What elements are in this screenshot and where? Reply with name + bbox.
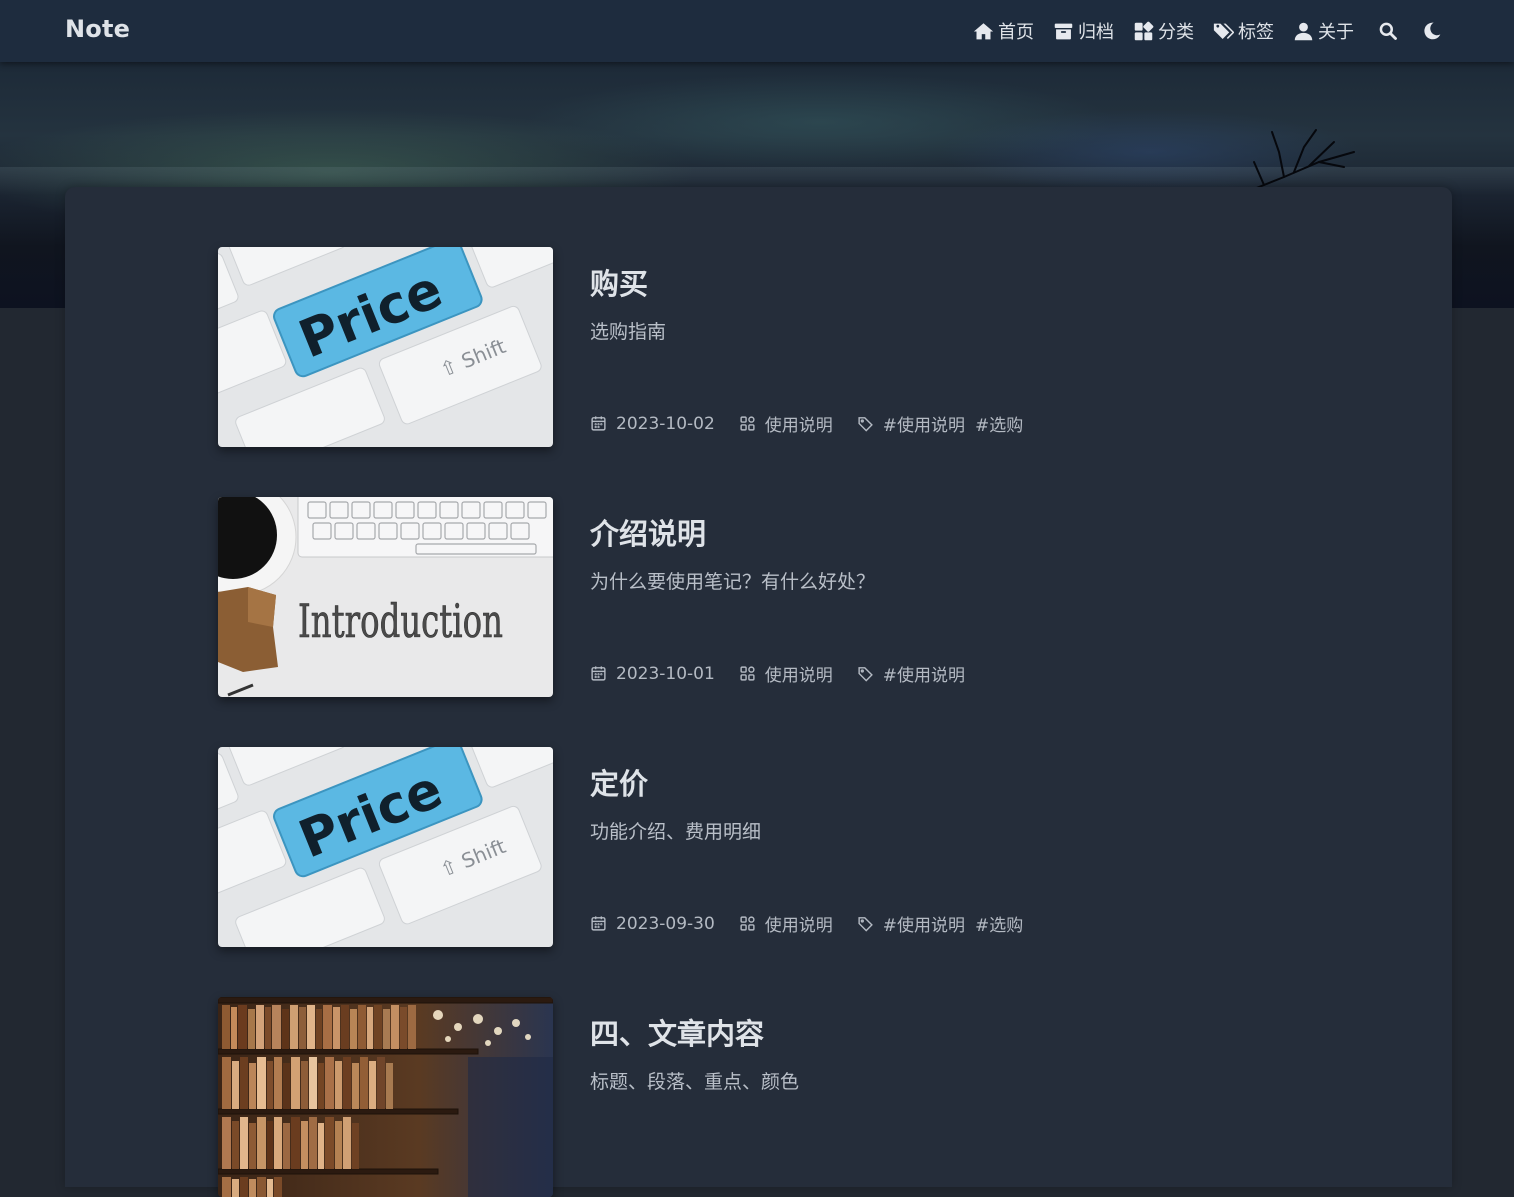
post-item: Price ⇧ Shift 购买 选购指南 2023-10-02 使用说明 #使…: [218, 247, 1218, 447]
tags-icon: [1213, 23, 1234, 39]
post-meta: 2023-10-01 使用说明 #使用说明: [590, 661, 999, 686]
site-brand[interactable]: Note: [65, 15, 130, 43]
post-category-link[interactable]: 使用说明: [765, 661, 833, 686]
nav-item-label: 归档: [1078, 22, 1114, 43]
post-tag-link[interactable]: #选购: [975, 911, 1023, 936]
post-meta: 2023-10-02 使用说明 #使用说明 #选购: [590, 411, 1057, 436]
post-tag-link[interactable]: #使用说明: [883, 661, 965, 686]
post-tag-link[interactable]: #选购: [975, 411, 1023, 436]
calendar-icon: [591, 916, 606, 931]
top-navbar: Note 首页 归档 分类 标签 关于: [0, 0, 1514, 62]
post-description: 功能介绍、费用明细: [590, 821, 762, 843]
post-title[interactable]: 四、文章内容: [590, 1011, 764, 1053]
nav-item-tags[interactable]: 标签: [1213, 18, 1274, 44]
post-date-text: 2023-09-30: [616, 913, 715, 934]
category-icon: [740, 916, 755, 931]
tag-icon: [858, 917, 873, 932]
user-icon: [1294, 22, 1313, 40]
calendar-icon: [591, 666, 606, 681]
post-title[interactable]: 购买: [590, 261, 648, 303]
post-category: 使用说明: [739, 661, 833, 686]
post-tag-link[interactable]: #使用说明: [883, 411, 965, 436]
post-tag-link[interactable]: #使用说明: [883, 911, 965, 936]
nav-item-about[interactable]: 关于: [1293, 18, 1354, 44]
tag-icon: [858, 667, 873, 682]
nav-item-home[interactable]: 首页: [973, 18, 1034, 44]
bookshelf-image: [218, 997, 553, 1197]
post-list-card: Price ⇧ Shift 购买 选购指南 2023-10-02 使用说明 #使…: [65, 187, 1452, 1197]
post-item: Price ⇧ Shift 定价 功能介绍、费用明细 2023-09-30 使用…: [218, 747, 1218, 947]
nav-item-label: 首页: [998, 22, 1034, 43]
post-thumbnail[interactable]: [218, 997, 553, 1197]
post-thumbnail[interactable]: Price ⇧ Shift: [218, 747, 553, 947]
post-tags: #使用说明: [857, 661, 975, 686]
theme-toggle-button[interactable]: [1422, 21, 1442, 41]
post-category-link[interactable]: 使用说明: [765, 411, 833, 436]
search-icon: [1379, 22, 1397, 40]
post-date: 2023-10-02: [590, 414, 715, 434]
nav-menu: 首页 归档 分类 标签 关于: [954, 0, 1442, 62]
post-thumbnail[interactable]: Price ⇧ Shift: [218, 247, 553, 447]
home-icon: [973, 22, 994, 39]
thumbnail-caption: Introduction: [298, 594, 503, 648]
category-icon: [740, 416, 755, 431]
archive-icon: [1054, 23, 1073, 39]
post-meta: 2023-09-30 使用说明 #使用说明 #选购: [590, 911, 1057, 936]
post-description: 选购指南: [590, 321, 667, 343]
tag-icon: [858, 417, 873, 432]
nav-item-category[interactable]: 分类: [1133, 18, 1194, 44]
nav-item-label: 分类: [1158, 22, 1194, 43]
post-date: 2023-10-01: [590, 664, 715, 684]
post-date-text: 2023-10-02: [616, 413, 715, 434]
post-tags: #使用说明 #选购: [857, 911, 1034, 936]
price-keyboard-image: Price ⇧ Shift: [218, 247, 553, 447]
search-button[interactable]: [1378, 21, 1398, 41]
nav-item-archive[interactable]: 归档: [1053, 18, 1114, 44]
category-icon: [1134, 21, 1154, 40]
post-description: 为什么要使用笔记？有什么好处？: [590, 571, 876, 593]
moon-icon: [1424, 22, 1441, 40]
nav-item-label: 标签: [1238, 22, 1274, 43]
post-date-text: 2023-10-01: [616, 663, 715, 684]
post-title[interactable]: 定价: [590, 761, 648, 803]
post-category: 使用说明: [739, 411, 833, 436]
post-category-link[interactable]: 使用说明: [765, 911, 833, 936]
calendar-icon: [591, 416, 606, 431]
post-thumbnail[interactable]: Introduction: [218, 497, 553, 697]
post-category: 使用说明: [739, 911, 833, 936]
introduction-image: Introduction: [218, 497, 553, 697]
nav-item-label: 关于: [1318, 22, 1354, 43]
post-tags: #使用说明 #选购: [857, 411, 1034, 436]
post-description: 标题、段落、重点、颜色: [590, 1071, 800, 1093]
post-title[interactable]: 介绍说明: [590, 511, 706, 553]
post-item: Introduction 介绍说明 为什么要使用笔记？有什么好处？ 2023-1…: [218, 497, 1218, 697]
category-icon: [740, 666, 755, 681]
post-item: 四、文章内容 标题、段落、重点、颜色: [218, 997, 1218, 1197]
post-date: 2023-09-30: [590, 914, 715, 934]
price-keyboard-image: Price ⇧ Shift: [218, 747, 553, 947]
